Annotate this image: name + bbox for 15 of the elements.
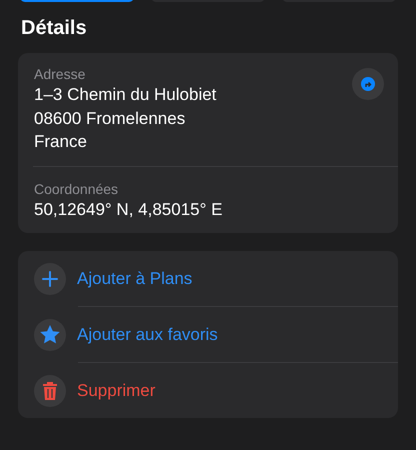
directions-button[interactable] xyxy=(352,68,384,100)
directions-icon xyxy=(361,77,375,91)
field-label: Coordonnées xyxy=(34,180,120,198)
action-link[interactable]: Ajouter aux favoris xyxy=(77,324,218,344)
action-link[interactable]: Supprimer xyxy=(77,380,156,400)
trash-icon xyxy=(42,381,58,400)
field-value: 50,12649° N, 4,85015° E xyxy=(34,198,222,220)
plus-icon xyxy=(42,270,58,286)
section-title: Détails xyxy=(21,16,88,41)
field-value: France xyxy=(34,131,87,153)
field-label: Adresse xyxy=(34,65,86,83)
field-value: 08600 Fromelennes xyxy=(34,108,186,130)
star-icon xyxy=(40,325,60,344)
action-link[interactable]: Ajouter à Plans xyxy=(77,268,192,288)
field-value: 1–3 Chemin du Hulobiet xyxy=(34,84,216,106)
